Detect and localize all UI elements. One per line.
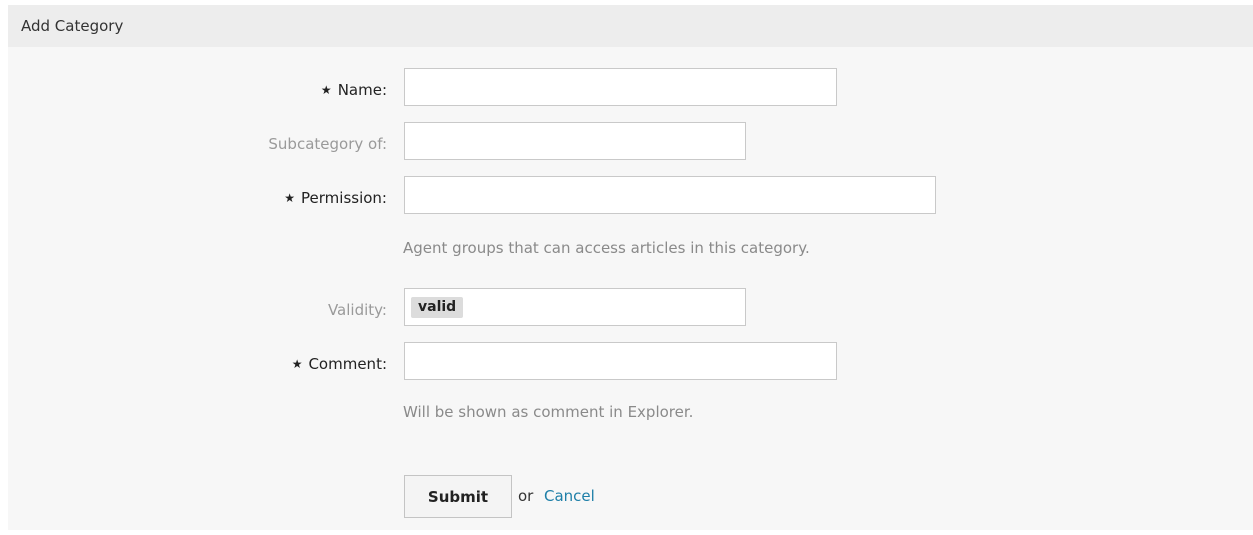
validity-selected-token[interactable]: valid: [411, 297, 464, 318]
comment-label: ★ Comment:: [292, 355, 387, 374]
add-category-panel: Add Category ★ Name: Subcategory of: ★ Per…: [8, 5, 1253, 530]
comment-field[interactable]: [404, 342, 837, 380]
required-star-icon: ★: [284, 191, 296, 205]
name-label-text: Name:: [337, 81, 387, 99]
validity-label: Validity:: [327, 301, 387, 319]
permission-field[interactable]: [404, 176, 936, 214]
subcategory-input[interactable]: [405, 123, 745, 159]
comment-hint: Will be shown as comment in Explorer.: [403, 403, 694, 421]
name-label: ★ Name:: [321, 81, 387, 100]
validity-select[interactable]: valid: [404, 288, 746, 326]
permission-hint: Agent groups that can access articles in…: [403, 239, 810, 257]
panel-title: Add Category: [21, 17, 124, 35]
panel-header: Add Category: [8, 5, 1253, 47]
required-star-icon: ★: [320, 83, 332, 97]
name-field[interactable]: [404, 68, 837, 106]
or-text: or: [518, 487, 534, 505]
permission-label-text: Permission:: [301, 189, 387, 207]
name-input[interactable]: [405, 69, 836, 105]
submit-button[interactable]: Submit: [404, 475, 512, 518]
subcategory-field[interactable]: [404, 122, 746, 160]
comment-input[interactable]: [405, 343, 836, 379]
comment-label-text: Comment:: [308, 355, 387, 373]
subcategory-label: Subcategory of:: [268, 135, 387, 153]
permission-input[interactable]: [405, 177, 935, 213]
permission-label: ★ Permission:: [284, 189, 387, 208]
cancel-link[interactable]: Cancel: [544, 487, 595, 505]
required-star-icon: ★: [291, 357, 303, 371]
